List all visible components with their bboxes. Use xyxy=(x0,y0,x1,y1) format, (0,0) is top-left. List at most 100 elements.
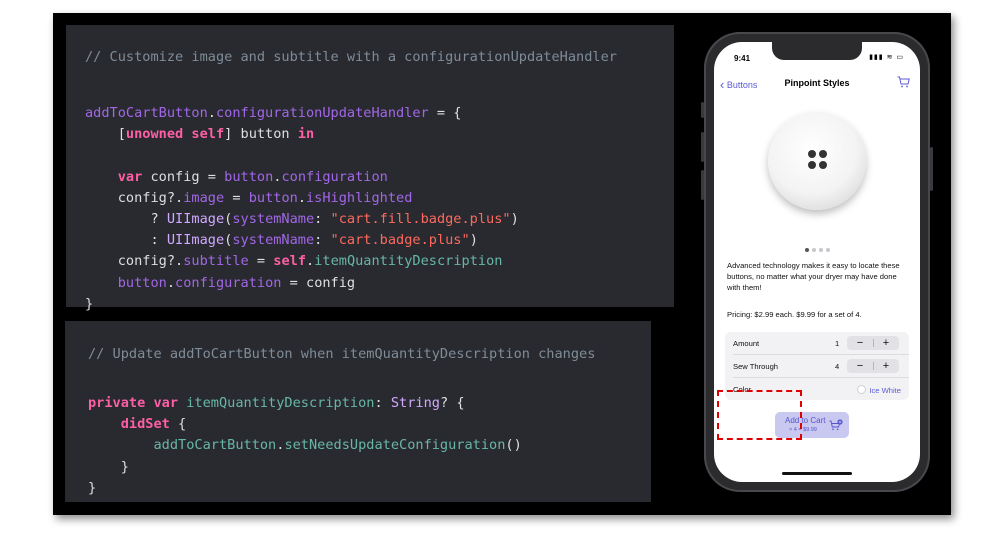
code-token: ] button xyxy=(224,126,298,143)
code-token: itemQuantityDescription xyxy=(314,253,503,270)
sew-through-stepper[interactable]: − + xyxy=(847,359,899,373)
increment-button[interactable]: + xyxy=(873,336,899,350)
code-line: ? UIImage(systemName: "cart.fill.badge.p… xyxy=(85,211,519,227)
code-token: configuration xyxy=(175,274,282,291)
sew-through-value: 4 xyxy=(835,362,840,371)
code-line: : UIImage(systemName: "cart.badge.plus") xyxy=(85,232,478,249)
amount-row: Amount 1 − + xyxy=(725,332,909,354)
code-token: = { xyxy=(428,105,462,121)
code-token: addToCartButton xyxy=(85,105,208,121)
code-token: } xyxy=(88,479,97,496)
color-picker[interactable]: Ice White xyxy=(857,385,901,395)
page-dot[interactable] xyxy=(804,248,809,252)
volume-up-button xyxy=(701,132,704,162)
code-line: didSet { xyxy=(88,416,186,432)
sew-through-row: Sew Through 4 − + xyxy=(725,355,909,377)
page-dot[interactable] xyxy=(825,248,830,252)
code-token: itemQuantityDescription xyxy=(186,395,375,411)
code-token: isHighlighted xyxy=(306,189,413,206)
code-token: button xyxy=(224,168,274,185)
code-token: String xyxy=(390,395,440,411)
code-line: var config = button.configuration xyxy=(85,169,388,185)
code-token: self xyxy=(273,253,307,270)
volume-down-button xyxy=(701,170,704,200)
home-indicator xyxy=(782,472,852,475)
page-dot[interactable] xyxy=(818,248,823,252)
code-line: private var itemQuantityDescription: Str… xyxy=(88,395,465,411)
color-swatch xyxy=(857,385,867,394)
code-line: } xyxy=(88,480,96,496)
nav-title: Pinpoint Styles xyxy=(784,78,850,88)
code-line: addToCartButton.configurationUpdateHandl… xyxy=(85,105,462,121)
code-token: config?. xyxy=(85,253,184,270)
cart-icon[interactable] xyxy=(897,75,910,93)
code-token: ) xyxy=(510,211,519,227)
amount-value: 1 xyxy=(835,339,840,348)
code-token: = config xyxy=(281,274,356,291)
code-token: : xyxy=(85,232,167,249)
button-hole xyxy=(819,150,827,158)
notch xyxy=(772,42,862,60)
code-token: } xyxy=(85,295,94,312)
code-token: . xyxy=(166,274,176,291)
code-line: addToCartButton.setNeedsUpdateConfigurat… xyxy=(88,437,521,453)
button-hole xyxy=(808,161,816,169)
page-control[interactable] xyxy=(714,239,920,257)
code-token: config?. xyxy=(85,189,184,206)
code-token: ? { xyxy=(439,395,465,411)
code-token: : xyxy=(314,232,331,249)
status-icons: ▮▮▮ ≋ ▭ xyxy=(869,54,904,61)
code-line: button.configuration = config xyxy=(85,275,355,291)
code-token: . xyxy=(297,189,306,206)
code-line: config?.subtitle = self.itemQuantityDesc… xyxy=(85,253,503,270)
highlight-annotation xyxy=(717,390,802,440)
increment-button[interactable]: + xyxy=(873,359,899,373)
code-block-did-set: // Update addToCartButton when itemQuant… xyxy=(65,321,651,502)
code-token: button xyxy=(248,189,298,206)
code-token: private var xyxy=(88,395,179,411)
code-comment: // Update addToCartButton when itemQuant… xyxy=(88,346,596,362)
code-line: } xyxy=(85,296,93,312)
amount-stepper[interactable]: − + xyxy=(847,336,899,350)
code-token: : xyxy=(374,395,391,411)
code-token: systemName xyxy=(232,232,315,249)
page-dot[interactable] xyxy=(811,248,816,252)
code-token: image xyxy=(183,189,225,206)
code-token: didSet xyxy=(120,416,170,433)
amount-label: Amount xyxy=(733,339,760,348)
code-token: unowned self xyxy=(125,126,225,143)
code-token: = xyxy=(248,253,274,270)
code-token: = xyxy=(224,189,249,206)
code-comment: // Customize image and subtitle with a c… xyxy=(85,49,617,65)
product-image-button xyxy=(768,112,866,210)
code-token: ? xyxy=(85,211,167,227)
cart-badge-plus-icon xyxy=(829,418,843,436)
product-description: Advanced technology makes it easy to loc… xyxy=(727,261,900,292)
decrement-button[interactable]: − xyxy=(847,359,873,373)
code-line: config?.image = button.isHighlighted xyxy=(85,189,413,206)
presentation-slide: // Customize image and subtitle with a c… xyxy=(53,13,951,515)
code-token: systemName xyxy=(232,211,315,227)
code-token: configurationUpdateHandler xyxy=(215,105,429,121)
code-token: "cart.badge.plus" xyxy=(330,232,470,249)
code-token: { xyxy=(169,416,187,433)
color-value: Ice White xyxy=(869,386,901,395)
code-token: button xyxy=(117,274,167,291)
code-token: ) xyxy=(469,232,478,249)
code-token: UIImage xyxy=(166,232,225,249)
decrement-button[interactable]: − xyxy=(847,336,873,350)
code-token: in xyxy=(297,126,315,143)
code-token: configuration xyxy=(281,168,388,185)
code-block-configuration-handler: // Customize image and subtitle with a c… xyxy=(66,25,674,312)
code-line: } xyxy=(88,459,129,475)
button-hole xyxy=(819,161,827,169)
code-token: . xyxy=(306,253,315,270)
side-button xyxy=(930,147,933,191)
code-token: . xyxy=(207,105,216,121)
pricing-text: Pricing: $2.99 each. $9.99 for a set of … xyxy=(727,310,862,319)
